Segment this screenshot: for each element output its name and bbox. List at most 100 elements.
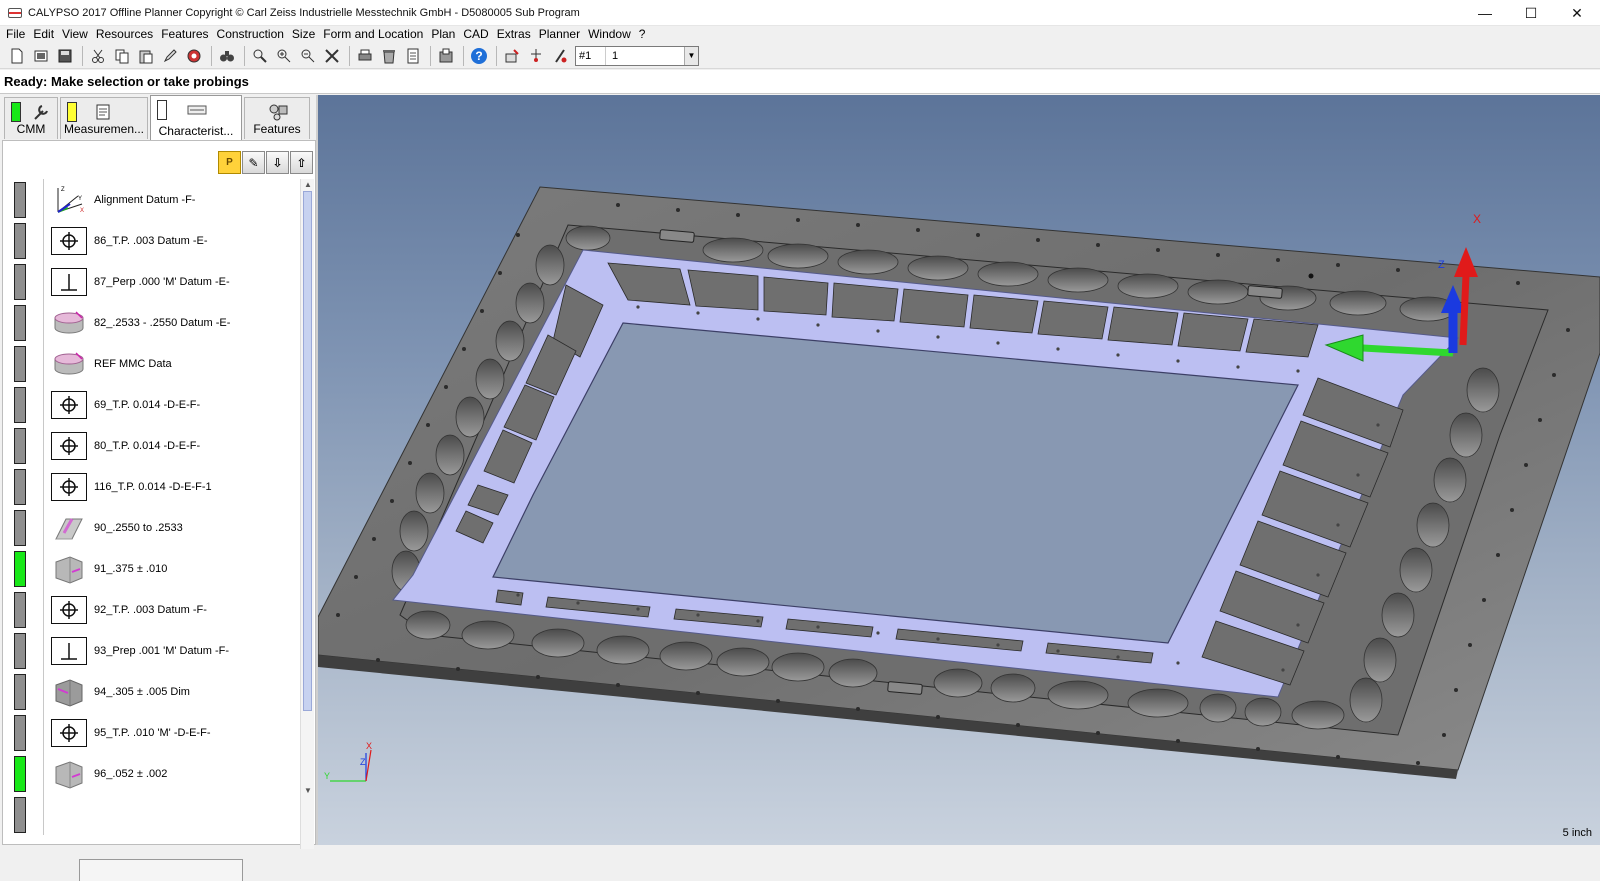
status-bar [14, 386, 26, 423]
status-bar [14, 345, 26, 382]
cut-icon[interactable] [87, 45, 109, 67]
arrow-up-icon[interactable]: ⇧ [290, 151, 313, 174]
list-item-label: REF MMC Data [94, 357, 172, 370]
save-icon[interactable] [54, 45, 76, 67]
list-item-label: 91_.375 ± .010 [94, 562, 168, 575]
marker-point [1308, 273, 1314, 279]
toolbar-separator [244, 45, 245, 66]
list-item-label: 87_Perp .000 'M' Datum -E- [94, 275, 230, 288]
menu-view[interactable]: View [58, 26, 92, 43]
status-bar [14, 181, 26, 218]
main-toolbar: ? #1 1 ▼ [0, 43, 1600, 69]
list-scrollbar[interactable]: ▲ ▼ [300, 179, 314, 849]
cad-model: X Z Y X Z [318, 186, 1600, 782]
menu-edit[interactable]: Edit [29, 26, 58, 43]
minimize-button[interactable]: — [1462, 0, 1508, 26]
triad-x-label: X [1473, 212, 1481, 226]
axis-z-label: Z [360, 757, 366, 767]
print-icon[interactable] [354, 45, 376, 67]
probe-add-icon[interactable] [273, 45, 295, 67]
list-item-label: 86_T.P. .003 Datum -E- [94, 234, 208, 247]
menu-plan[interactable]: Plan [427, 26, 459, 43]
report-icon[interactable] [402, 45, 424, 67]
menu-bar: File Edit View Resources Features Constr… [0, 26, 1600, 43]
status-message: Ready: Make selection or take probings [0, 70, 1600, 94]
tab-measurement-plan[interactable]: Measuremen... [60, 97, 148, 139]
clearance-plane-select[interactable]: #1 1 ▼ [575, 45, 699, 66]
probe-icon[interactable] [249, 45, 271, 67]
list-item[interactable]: 116_T.P. 0.014 -D-E-F-1 [3, 466, 299, 507]
chevron-down-icon[interactable]: ▼ [684, 46, 698, 65]
list-item[interactable]: 95_T.P. .010 'M' -D-E-F- [3, 712, 299, 753]
window-controls: — ☐ ✕ [1462, 0, 1600, 26]
stylus-icon[interactable] [525, 45, 547, 67]
scrollbar-thumb[interactable] [303, 191, 312, 711]
menu-size[interactable]: Size [288, 26, 319, 43]
list-item-label: 80_T.P. 0.014 -D-E-F- [94, 439, 201, 452]
probe-remove-icon[interactable] [297, 45, 319, 67]
menu-window[interactable]: Window [584, 26, 635, 43]
list-item[interactable]: 82_.2533 - .2550 Datum -E- [3, 302, 299, 343]
toolbar-separator [430, 45, 431, 66]
list-item-label: 93_Prep .001 'M' Datum -F- [94, 644, 230, 657]
menu-cad[interactable]: CAD [459, 26, 492, 43]
export-icon[interactable] [435, 45, 457, 67]
tools-icon[interactable] [321, 45, 343, 67]
list-item[interactable]: 87_Perp .000 'M' Datum -E- [3, 261, 299, 302]
menu-file[interactable]: File [2, 26, 29, 43]
copy-icon[interactable] [111, 45, 133, 67]
tab-features[interactable]: Features [244, 97, 310, 139]
status-bar [14, 304, 26, 341]
menu-features[interactable]: Features [157, 26, 212, 43]
stylus-change-icon[interactable] [549, 45, 571, 67]
distance-icon [51, 759, 87, 789]
arrow-down-icon[interactable]: ⇩ [266, 151, 289, 174]
list-item[interactable]: Z YX Alignment Datum -F- [3, 179, 299, 220]
menu-extras[interactable]: Extras [493, 26, 535, 43]
list-item[interactable]: 80_T.P. 0.014 -D-E-F- [3, 425, 299, 466]
p-button[interactable]: P [218, 151, 241, 174]
find-icon[interactable] [216, 45, 238, 67]
axis-x-label: X [366, 741, 372, 751]
status-bar [14, 222, 26, 259]
window-title: CALYPSO 2017 Offline Planner Copyright ©… [28, 6, 580, 19]
list-item[interactable]: 86_T.P. .003 Datum -E- [3, 220, 299, 261]
list-item[interactable]: 69_T.P. 0.014 -D-E-F- [3, 384, 299, 425]
menu-resources[interactable]: Resources [92, 26, 157, 43]
svg-text:X: X [80, 208, 84, 214]
characteristics-list: Z YX Alignment Datum -F- 86_T.P. .003 Dat… [3, 179, 299, 835]
close-button[interactable]: ✕ [1554, 0, 1600, 26]
list-item[interactable]: 93_Prep .001 'M' Datum -F- [3, 630, 299, 671]
list-item[interactable]: 90_.2550 to .2533 [3, 507, 299, 548]
list-item[interactable]: 96_.052 ± .002 [3, 753, 299, 794]
list-item[interactable]: 92_T.P. .003 Datum -F- [3, 589, 299, 630]
cad-viewport[interactable]: X Z Y X Z 5 inch [318, 95, 1600, 845]
menu-form-and-location[interactable]: Form and Location [319, 26, 427, 43]
list-item[interactable]: REF MMC Data [3, 343, 299, 384]
edit-icon[interactable] [159, 45, 181, 67]
open-icon[interactable] [30, 45, 52, 67]
list-item[interactable]: 94_.305 ± .005 Dim [3, 671, 299, 712]
maximize-button[interactable]: ☐ [1508, 0, 1554, 26]
bottom-panel-button[interactable] [79, 859, 243, 881]
paste-icon[interactable] [135, 45, 157, 67]
tab-characteristics[interactable]: Characterist... [150, 95, 242, 141]
scroll-up-icon[interactable]: ▲ [301, 179, 315, 191]
cylinder-diameter-icon [51, 308, 87, 338]
delete-icon[interactable] [378, 45, 400, 67]
help-icon[interactable]: ? [468, 45, 490, 67]
new-icon[interactable] [6, 45, 28, 67]
tab-cmm[interactable]: CMM [4, 97, 58, 139]
undo-icon[interactable] [183, 45, 205, 67]
cmm-run-icon[interactable] [501, 45, 523, 67]
list-item[interactable]: 91_.375 ± .010 [3, 548, 299, 589]
characteristics-icon [187, 105, 207, 115]
svg-text:Z: Z [61, 187, 65, 193]
list-item[interactable] [3, 794, 299, 835]
tab-characteristics-label: Characterist... [158, 124, 234, 138]
menu-planner[interactable]: Planner [535, 26, 584, 43]
pencil-icon[interactable]: ✎ [242, 151, 265, 174]
menu-help[interactable]: ? [635, 26, 650, 43]
menu-construction[interactable]: Construction [213, 26, 288, 43]
scroll-down-icon[interactable]: ▼ [301, 785, 315, 797]
